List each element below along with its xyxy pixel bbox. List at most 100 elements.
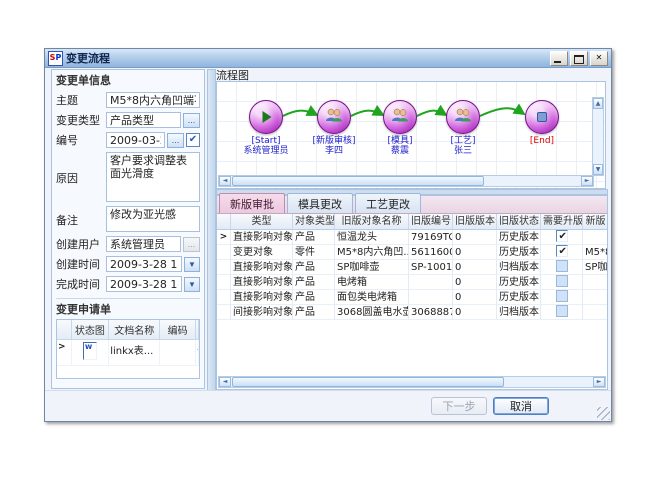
number-browse-button[interactable]: ... <box>167 133 184 148</box>
request-table-header: 状态图 文档名称 编码 <box>57 320 199 340</box>
flow-node-new-version-review[interactable]: [新版审核] 李四 <box>299 100 369 156</box>
reason-row: 原因 客户要求调整表面光滑度 <box>56 152 200 202</box>
table-row[interactable]: 间接影响对象 产品 3068圆盖电水壶 3068887 0 归档版本 <box>217 305 607 320</box>
flow-chart-canvas[interactable]: [Start] 系统管理员 [新版审核] 李四 [模具] 蔡震 <box>216 81 606 189</box>
tab-process-change[interactable]: 工艺更改 <box>355 193 421 213</box>
change-order-info-panel: 变更单信息 主题 变更类型 ... 编号 ... ✔ 原因 客户要求调整表面光滑… <box>51 69 205 389</box>
people-icon <box>446 100 480 134</box>
upgrade-checkbox[interactable] <box>556 305 568 317</box>
resize-grip-icon[interactable] <box>597 407 610 420</box>
finish-time-label: 完成时间 <box>56 276 104 292</box>
panel-title-request-list: 变更申请单 <box>56 301 200 317</box>
table-row[interactable]: 变更对象 零件 M5*8内六角凹... 5611600 0 历史版本 ✔ M5*… <box>217 245 607 260</box>
doc-code-cell <box>160 340 196 366</box>
subject-row: 主题 <box>56 92 200 108</box>
create-time-row: 创建时间 ▼ <box>56 256 200 272</box>
maximize-button[interactable] <box>570 51 588 66</box>
document-icon <box>83 342 97 360</box>
close-button[interactable]: ✕ <box>590 51 608 66</box>
tab-new-version-approval[interactable]: 新版审批 <box>219 193 285 213</box>
change-type-browse-button[interactable]: ... <box>183 113 200 128</box>
scroll-left-icon[interactable]: ◄ <box>219 377 231 387</box>
tab-mold-change[interactable]: 模具更改 <box>287 193 353 213</box>
remarks-label: 备注 <box>56 212 104 228</box>
impact-tabs-panel: 新版审批 模具更改 工艺更改 类型 对象类型 旧版对象名称 旧版编号 旧版版本号… <box>216 195 608 390</box>
impact-table: 类型 对象类型 旧版对象名称 旧版编号 旧版版本号 旧版状态 需要升版 新版 >… <box>217 214 607 377</box>
row-selector-icon: > <box>217 230 231 245</box>
creator-browse-button[interactable]: ... <box>183 237 200 252</box>
table-row[interactable]: 直接影响对象 产品 面包类电烤箱 0 历史版本 <box>217 290 607 305</box>
flow-node-end[interactable]: [End] <box>507 100 577 146</box>
table-row[interactable]: 直接影响对象 产品 电烤箱 0 历史版本 <box>217 275 607 290</box>
reason-textarea[interactable]: 客户要求调整表面光滑度 <box>106 152 200 202</box>
subject-input[interactable] <box>106 92 200 108</box>
cancel-button[interactable]: 取消 <box>493 397 549 415</box>
table-row[interactable]: > 直接影响对象 产品 恒温龙头 79169TC 0 历史版本 ✔ <box>217 230 607 245</box>
panel-title-change-info: 变更单信息 <box>56 72 200 88</box>
scroll-up-icon[interactable]: ▲ <box>593 98 603 109</box>
finish-time-row: 完成时间 ▼ <box>56 276 200 292</box>
button-bar: 下一步 取消 <box>45 390 611 421</box>
scroll-right-icon[interactable]: ► <box>581 176 593 186</box>
creator-label: 创建用户 <box>56 236 104 252</box>
flow-node-process[interactable]: [工艺] 张三 <box>428 100 498 156</box>
upgrade-checkbox[interactable] <box>556 260 568 272</box>
impact-table-header: 类型 对象类型 旧版对象名称 旧版编号 旧版版本号 旧版状态 需要升版 新版 <box>217 214 607 230</box>
remarks-row: 备注 修改为亚光感 <box>56 206 200 232</box>
maximize-icon <box>574 55 584 64</box>
flow-node-mold[interactable]: [模具] 蔡震 <box>365 100 435 156</box>
upgrade-checkbox[interactable]: ✔ <box>556 230 568 242</box>
window-title: 变更流程 <box>66 50 550 66</box>
flow-node-start[interactable]: [Start] 系统管理员 <box>231 100 301 156</box>
app-icon: SP <box>48 51 63 66</box>
scroll-down-icon[interactable]: ▼ <box>593 164 603 175</box>
upgrade-checkbox[interactable]: ✔ <box>556 245 568 257</box>
number-checkbox[interactable]: ✔ <box>186 133 200 147</box>
scroll-left-icon[interactable]: ◄ <box>219 176 231 186</box>
desktop-background: SP 变更流程 ✕ 变更单信息 主题 变更类型 ... 编号 <box>0 0 660 477</box>
scroll-thumb[interactable] <box>232 176 484 186</box>
people-icon <box>383 100 417 134</box>
change-type-input[interactable] <box>106 112 181 128</box>
creator-input[interactable] <box>106 236 181 252</box>
next-button[interactable]: 下一步 <box>431 397 487 415</box>
start-node-icon <box>249 100 283 134</box>
upgrade-checkbox[interactable] <box>556 275 568 287</box>
finish-time-input[interactable] <box>106 276 182 292</box>
upgrade-checkbox[interactable] <box>556 290 568 302</box>
change-process-window: SP 变更流程 ✕ 变更单信息 主题 变更类型 ... 编号 <box>44 48 612 422</box>
creator-row: 创建用户 ... <box>56 236 200 252</box>
flow-vscrollbar[interactable]: ▲ ▼ <box>592 97 604 176</box>
doc-grade-cell: 普通 <box>196 340 199 366</box>
create-time-dropdown-icon[interactable]: ▼ <box>184 257 200 272</box>
subject-label: 主题 <box>56 92 104 108</box>
reason-label: 原因 <box>56 170 104 186</box>
create-time-label: 创建时间 <box>56 256 104 272</box>
request-table: 状态图 文档名称 编码 > linkx表... 普通 <box>56 319 200 379</box>
impact-table-hscrollbar[interactable]: ◄ ► <box>218 376 606 388</box>
number-label: 编号 <box>56 132 104 148</box>
end-node-icon <box>525 100 559 134</box>
create-time-input[interactable] <box>106 256 182 272</box>
scroll-right-icon[interactable]: ► <box>593 377 605 387</box>
tabstrip: 新版审批 模具更改 工艺更改 <box>217 196 607 214</box>
divider <box>56 298 200 299</box>
row-selector-icon: > <box>57 340 72 366</box>
titlebar[interactable]: SP 变更流程 ✕ <box>45 49 611 68</box>
minimize-button[interactable] <box>550 51 568 66</box>
request-table-row[interactable]: > linkx表... 普通 <box>57 340 199 366</box>
doc-name-cell: linkx表... <box>109 340 160 366</box>
flow-chart-section: 流程图 [Start] 系统管理员 <box>216 67 606 189</box>
scroll-thumb[interactable] <box>232 377 504 387</box>
people-icon <box>317 100 351 134</box>
flow-hscrollbar[interactable]: ◄ ► <box>218 175 594 187</box>
table-row[interactable]: 直接影响对象 产品 SP咖啡壶 SP-1001 0 归档版本 SP咖 <box>217 260 607 275</box>
number-input[interactable] <box>106 132 165 148</box>
remarks-textarea[interactable]: 修改为亚光感 <box>106 206 200 232</box>
change-type-label: 变更类型 <box>56 112 104 128</box>
vertical-splitter[interactable] <box>207 69 216 391</box>
number-row: 编号 ... ✔ <box>56 132 200 148</box>
finish-time-dropdown-icon[interactable]: ▼ <box>184 277 200 292</box>
change-type-row: 变更类型 ... <box>56 112 200 128</box>
minimize-icon <box>554 61 561 63</box>
